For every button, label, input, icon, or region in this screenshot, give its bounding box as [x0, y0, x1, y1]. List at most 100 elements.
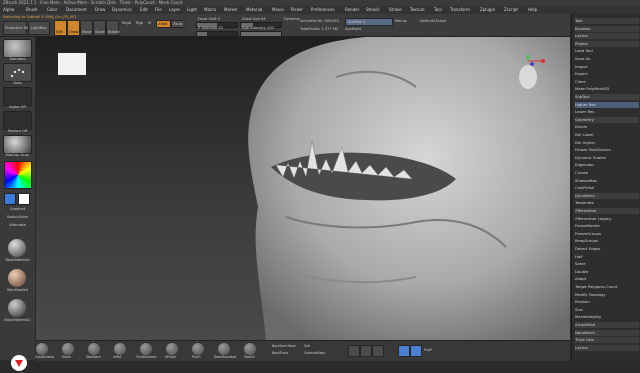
move-view-button[interactable] [360, 345, 372, 357]
tool-palette-item-tool[interactable]: Tool [575, 18, 639, 24]
menu-item-render[interactable]: Render [345, 6, 359, 14]
mrgb-toggle[interactable]: Mrgb [122, 21, 131, 25]
tool-palette-item-edgeloop[interactable]: EdgeLoop [575, 162, 639, 168]
tool-palette-item-shadowbox[interactable]: ShadowBox [575, 178, 639, 184]
colorize-mask-toggle[interactable]: ColorizeMask [304, 351, 325, 355]
tool-palette-item-zremesher[interactable]: ZRemesher [575, 208, 639, 214]
tool-palette-item-clone[interactable]: Clone [575, 79, 639, 85]
menu-item-dynamics[interactable]: Dynamics [112, 6, 132, 14]
tool-palette-item-make-polymesh3d[interactable]: Make PolyMesh3D [575, 86, 639, 92]
tool-palette-item-modify-topology[interactable]: Modify Topology [575, 292, 639, 298]
tool-palette-item-brushes[interactable]: Brushes [575, 25, 639, 32]
menu-item-layer[interactable]: Layer [169, 6, 180, 14]
menu-item-macro[interactable]: Macro [204, 6, 216, 14]
tool-palette-item-load-tool[interactable]: Load Tool [575, 48, 639, 54]
subtool-field[interactable]: SubTool 3 [345, 18, 393, 26]
tool-palette-item-size[interactable]: Size [575, 307, 639, 313]
menu-item-material[interactable]: Material [246, 6, 262, 14]
tool-palette-item-nanomesh[interactable]: NanoMesh [575, 329, 639, 336]
menu-item-color[interactable]: Color [47, 6, 57, 14]
move-button[interactable]: Move [80, 20, 93, 36]
zadd-toggle[interactable]: Zadd [156, 20, 171, 28]
menu-item-brush[interactable]: Brush [26, 6, 38, 14]
brush-claybuildup[interactable] [36, 343, 48, 355]
spotlight-toggle[interactable]: Spotlight [345, 27, 361, 31]
m-toggle[interactable]: M [148, 21, 151, 25]
zsub-toggle[interactable]: Zsub [171, 20, 186, 28]
tool-palette-item-meshintegrity[interactable]: MeshIntegrity [575, 314, 639, 320]
tool-palette-item-export[interactable]: Export [575, 71, 639, 77]
tool-palette-item-divide[interactable]: Divide [575, 124, 639, 130]
material-thumbnail-button[interactable] [3, 135, 32, 154]
alpha-thumbnail-button[interactable] [3, 87, 32, 106]
tool-palette-item-dynamic-subdiv[interactable]: Dynamic Subdiv [575, 155, 639, 161]
tool-palette-item-freezegroups[interactable]: FreezeGroups [575, 231, 639, 237]
tool-palette-item-target-polygons-count[interactable]: Target Polygons Count [575, 284, 639, 290]
tool-palette-item-freezeborder[interactable]: FreezeBorder [575, 223, 639, 229]
menu-item-tool[interactable]: Tool [434, 6, 442, 14]
backtrans-toggle[interactable]: BackTrans [272, 351, 288, 355]
tool-palette-item-project[interactable]: Project [575, 40, 639, 47]
menu-item-edit[interactable]: Edit [140, 6, 148, 14]
tool-palette-item-higher-res[interactable]: Higher Res [575, 101, 639, 108]
tool-palette-item-keepgroups[interactable]: KeepGroups [575, 238, 639, 244]
brush-damstandard[interactable] [218, 343, 230, 355]
draw-button[interactable]: Draw [67, 20, 80, 36]
tool-palette-item-subtool[interactable]: SubTool [575, 94, 639, 100]
menu-item-transform[interactable]: Transform [450, 6, 470, 14]
frame-button[interactable] [348, 345, 360, 357]
menu-item-document[interactable]: Document [66, 6, 87, 14]
menu-item-preferences[interactable]: Preferences [311, 6, 335, 14]
tool-palette-item-layers[interactable]: Layers [575, 344, 639, 351]
switch-color-toggle[interactable]: SwitchColor [2, 215, 33, 219]
rgb-toggle[interactable]: Rgb [136, 21, 143, 25]
brush-slash3[interactable] [244, 343, 256, 355]
edit-button[interactable]: Edit [54, 20, 67, 36]
brush-pinch[interactable] [192, 343, 204, 355]
tool-palette-item-zremesher-legacy[interactable]: ZRemesher Legacy [575, 216, 639, 222]
tool-palette-item-del-lower[interactable]: Del Lower [575, 132, 639, 138]
menu-item-zscript[interactable]: Zscript [504, 6, 518, 14]
dynamic-toggle[interactable]: Dynamic [284, 17, 300, 21]
brush-thumbnail-button[interactable] [3, 39, 32, 58]
tool-palette-item-arraymesh[interactable]: ArrayMesh [575, 322, 639, 328]
backface-mask-toggle[interactable]: Backface Mask [272, 344, 296, 348]
brush-hpolish[interactable] [166, 343, 178, 355]
menu-item-movie[interactable]: Movie [272, 6, 284, 14]
alternate-toggle[interactable]: Alternate [2, 223, 33, 227]
tool-palette-item-position[interactable]: Position [575, 299, 639, 305]
tool-palette-item-freeze-subdivision[interactable]: Freeze SubDivision [575, 147, 639, 153]
main-color-swatch[interactable] [4, 193, 16, 205]
tool-palette-item-double[interactable]: Double [575, 269, 639, 275]
default-zscript-button[interactable]: DefaultZScript [420, 19, 446, 23]
menu-item-texture[interactable]: Texture [410, 6, 425, 14]
transp-button[interactable] [410, 345, 422, 357]
secondary-color-swatch[interactable] [18, 193, 30, 205]
brush-inflat[interactable] [114, 343, 126, 355]
viewport-canvas[interactable] [36, 37, 570, 340]
menu-item-marker[interactable]: Marker [224, 6, 238, 14]
menus-toggle[interactable]: Menus [395, 19, 407, 23]
brush-standard[interactable] [88, 343, 100, 355]
color-picker[interactable] [4, 161, 32, 189]
material-ball-1[interactable] [8, 239, 26, 257]
tool-palette-item-save-as[interactable]: Save As [575, 56, 639, 62]
projection-master-button[interactable]: Projection Master [3, 21, 36, 35]
menu-item-file[interactable]: File [155, 6, 162, 14]
tool-palette-item-lower-res[interactable]: Lower Res [575, 109, 639, 115]
tool-palette-item-adapt[interactable]: Adapt [575, 276, 639, 282]
polyframe-button[interactable] [398, 345, 410, 357]
stroke-thumbnail-button[interactable] [3, 63, 32, 82]
scale-button[interactable]: Scale [93, 20, 106, 36]
material-ball-2[interactable] [8, 269, 26, 287]
lightbox-button[interactable]: LightBox [28, 21, 50, 35]
tool-palette-item-import[interactable]: Import [575, 64, 639, 70]
menu-item-zplugin[interactable]: Zplugin [480, 6, 495, 14]
material-ball-3[interactable] [8, 299, 26, 317]
tool-palette-item-geometry[interactable]: Geometry [575, 116, 639, 123]
brush-trimdynamic[interactable] [140, 343, 152, 355]
gradient-toggle[interactable]: Gradient [2, 207, 33, 211]
tool-palette-item-detect-edges[interactable]: Detect Edges [575, 246, 639, 252]
menu-item-draw[interactable]: Draw [95, 6, 105, 14]
menu-item-stencil[interactable]: Stencil [366, 6, 380, 14]
